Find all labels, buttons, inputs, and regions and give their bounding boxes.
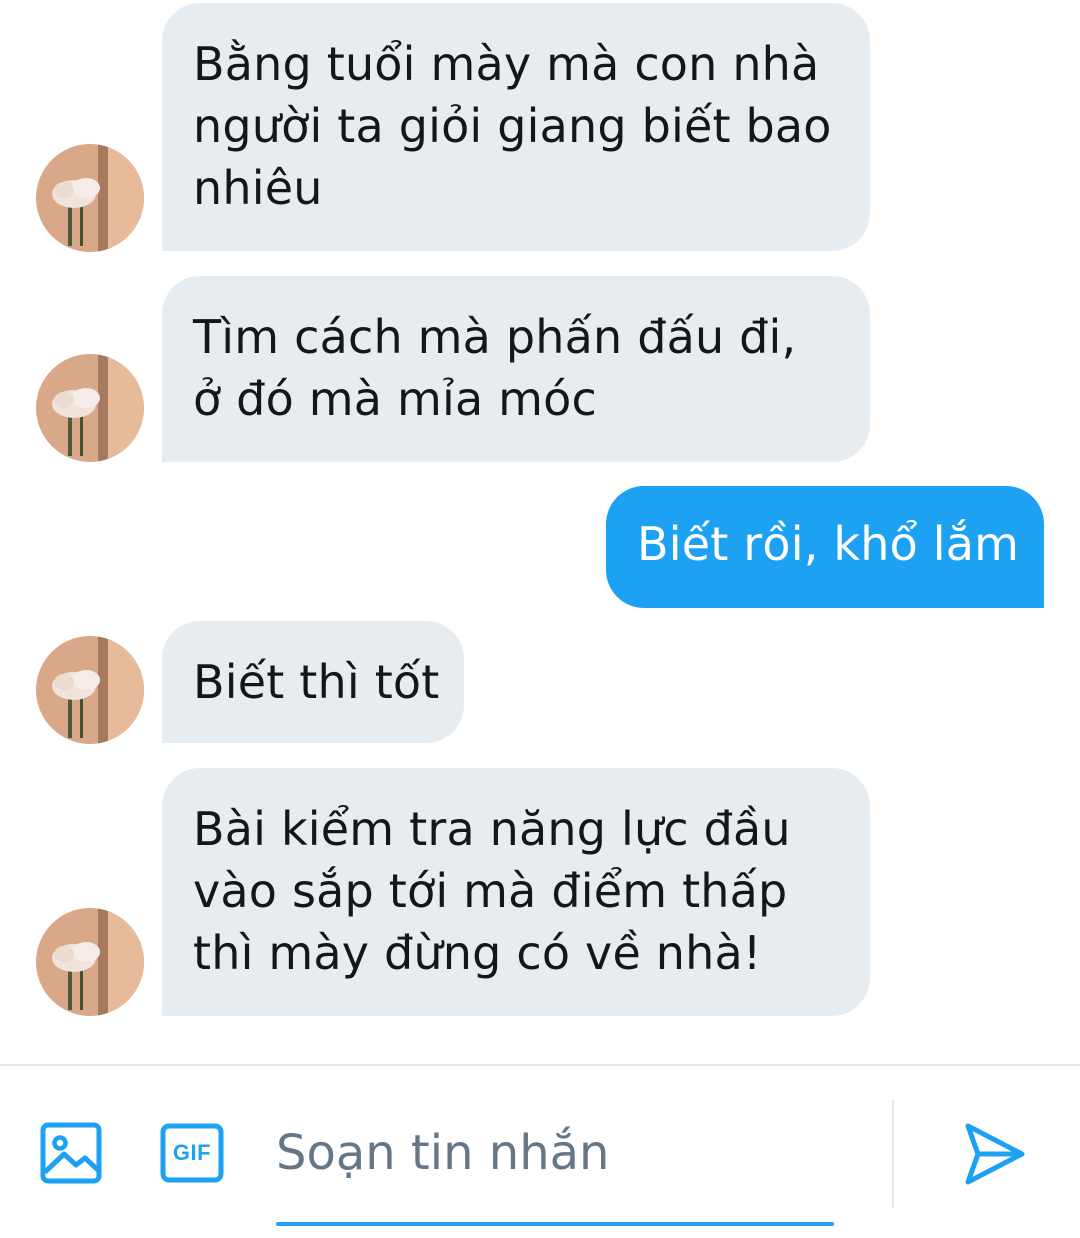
message-line: nhiêu (193, 161, 323, 215)
message-row: Tìm cách mà phấn đấu đi, ở đó mà mỉa móc (0, 270, 1080, 470)
message-input-placeholder: Soạn tin nhắn (276, 1125, 610, 1181)
avatar[interactable] (36, 636, 144, 744)
message-input[interactable]: Soạn tin nhắn (276, 1118, 834, 1188)
message-line: vào sắp tới mà điểm thấp (193, 864, 788, 918)
outgoing-message-bubble[interactable]: Biết rồi, khổ lắm (606, 486, 1044, 608)
message-line: Bài kiểm tra năng lực đầu (193, 802, 791, 856)
message-row: Bằng tuổi mày mà con nhà người ta giỏi g… (0, 0, 1080, 260)
message-composer: GIF Soạn tin nhắn (0, 1064, 1080, 1238)
avatar[interactable] (36, 354, 144, 462)
message-line: Bằng tuổi mày mà con nhà (193, 37, 820, 91)
send-button[interactable] (962, 1122, 1028, 1186)
incoming-message-bubble[interactable]: Tìm cách mà phấn đấu đi, ở đó mà mỉa móc (162, 276, 870, 462)
message-line: Tìm cách mà phấn đấu đi, (193, 310, 797, 364)
message-row: Bài kiểm tra năng lực đầu vào sắp tới mà… (0, 762, 1080, 1022)
composer-divider (892, 1100, 894, 1208)
avatar[interactable] (36, 144, 144, 252)
incoming-message-bubble[interactable]: Biết thì tốt (162, 621, 464, 743)
message-line: thì mày đừng có về nhà! (193, 926, 762, 980)
message-thread: Bằng tuổi mày mà con nhà người ta giỏi g… (0, 0, 1080, 1064)
message-line: Biết thì tốt (193, 655, 440, 709)
input-focus-underline (276, 1222, 834, 1226)
incoming-message-bubble[interactable]: Bài kiểm tra năng lực đầu vào sắp tới mà… (162, 768, 870, 1016)
message-line: người ta giỏi giang biết bao (193, 99, 832, 153)
gif-button[interactable]: GIF (160, 1123, 224, 1183)
message-row: Biết thì tốt (0, 616, 1080, 748)
image-icon[interactable] (40, 1122, 102, 1184)
message-line: ở đó mà mỉa móc (193, 372, 597, 426)
gif-label: GIF (172, 1140, 212, 1165)
incoming-message-bubble[interactable]: Bằng tuổi mày mà con nhà người ta giỏi g… (162, 3, 870, 251)
message-line: Biết rồi, khổ lắm (637, 517, 1020, 571)
send-icon (965, 1123, 1025, 1185)
message-row: Biết rồi, khổ lắm (0, 480, 1080, 612)
avatar[interactable] (36, 908, 144, 1016)
